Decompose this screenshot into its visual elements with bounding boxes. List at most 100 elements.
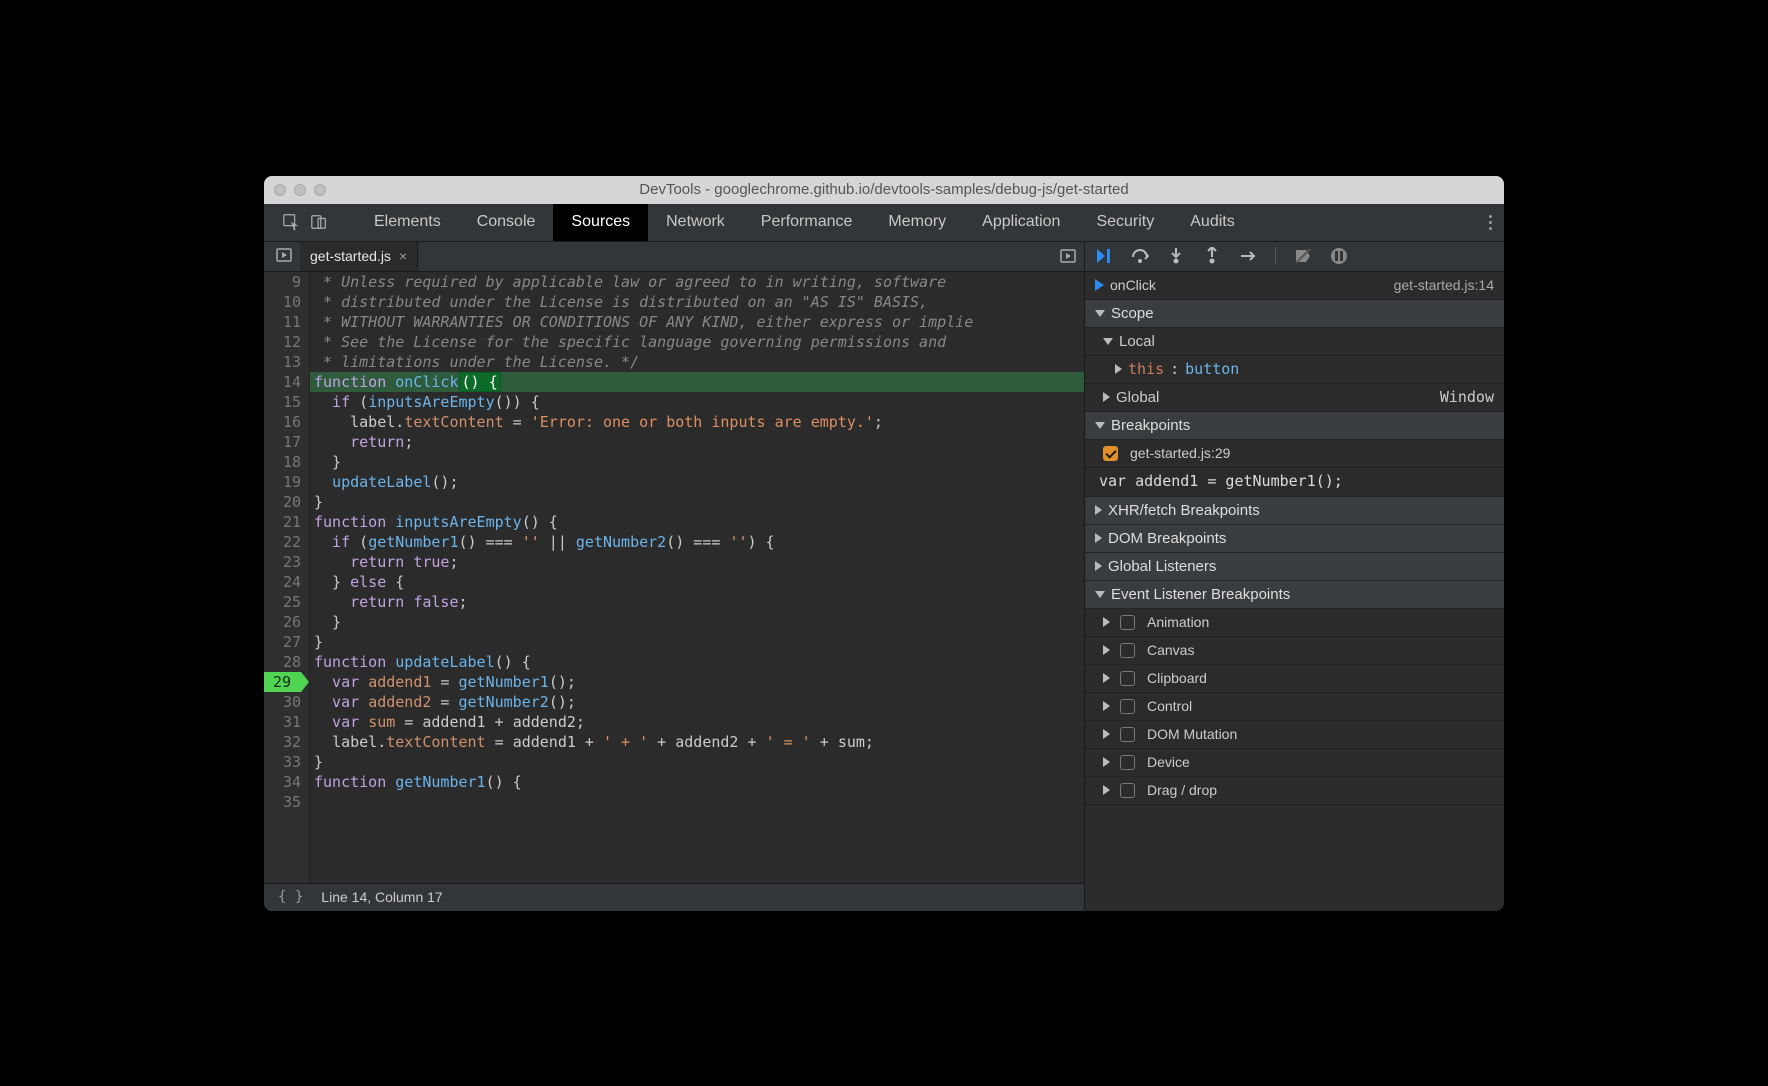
- line-number[interactable]: 32: [264, 732, 301, 752]
- line-number[interactable]: 9: [264, 272, 301, 292]
- checkbox-icon[interactable]: [1120, 615, 1135, 630]
- panel-tab-sources[interactable]: Sources: [553, 204, 648, 241]
- line-number[interactable]: 24: [264, 572, 301, 592]
- line-number[interactable]: 18: [264, 452, 301, 472]
- line-number[interactable]: 14: [264, 372, 301, 392]
- code-line[interactable]: [310, 792, 1084, 812]
- checkbox-icon[interactable]: [1120, 699, 1135, 714]
- panel-tab-memory[interactable]: Memory: [870, 204, 964, 241]
- more-menu[interactable]: [1489, 204, 1492, 241]
- panel-tab-performance[interactable]: Performance: [743, 204, 871, 241]
- code-line[interactable]: }: [310, 452, 1084, 472]
- panel-tab-network[interactable]: Network: [648, 204, 743, 241]
- code-line[interactable]: label.textContent = addend1 + ' + ' + ad…: [310, 732, 1084, 752]
- panel-tab-console[interactable]: Console: [459, 204, 554, 241]
- line-number[interactable]: 29: [264, 672, 301, 692]
- minimize-icon[interactable]: [294, 184, 306, 196]
- xhr-breakpoints-header[interactable]: XHR/fetch Breakpoints: [1085, 497, 1504, 525]
- event-category[interactable]: Drag / drop: [1085, 777, 1504, 805]
- callstack-frame[interactable]: onClick get-started.js:14: [1085, 272, 1504, 300]
- close-tab-icon[interactable]: ×: [399, 248, 407, 264]
- line-number[interactable]: 25: [264, 592, 301, 612]
- line-number[interactable]: 21: [264, 512, 301, 532]
- code-line[interactable]: function onClick() {: [310, 372, 1084, 392]
- event-breakpoints-header[interactable]: Event Listener Breakpoints: [1085, 581, 1504, 609]
- code-line[interactable]: if (inputsAreEmpty()) {: [310, 392, 1084, 412]
- code-line[interactable]: return;: [310, 432, 1084, 452]
- code-line[interactable]: updateLabel();: [310, 472, 1084, 492]
- code-line[interactable]: if (getNumber1() === '' || getNumber2() …: [310, 532, 1084, 552]
- line-number[interactable]: 10: [264, 292, 301, 312]
- code-line[interactable]: function updateLabel() {: [310, 652, 1084, 672]
- checkbox-icon[interactable]: [1120, 755, 1135, 770]
- code-line[interactable]: var addend1 = getNumber1();: [310, 672, 1084, 692]
- dom-breakpoints-header[interactable]: DOM Breakpoints: [1085, 525, 1504, 553]
- panel-tab-audits[interactable]: Audits: [1172, 204, 1252, 241]
- code-line[interactable]: function getNumber1() {: [310, 772, 1084, 792]
- deactivate-breakpoints-button[interactable]: [1294, 247, 1312, 265]
- line-number[interactable]: 11: [264, 312, 301, 332]
- line-number[interactable]: 31: [264, 712, 301, 732]
- line-number[interactable]: 22: [264, 532, 301, 552]
- event-category[interactable]: Clipboard: [1085, 665, 1504, 693]
- checkbox-icon[interactable]: [1120, 727, 1135, 742]
- code-line[interactable]: * limitations under the License. */: [310, 352, 1084, 372]
- show-debugger-icon[interactable]: [1060, 242, 1076, 271]
- line-number[interactable]: 19: [264, 472, 301, 492]
- code-line[interactable]: }: [310, 632, 1084, 652]
- breakpoint-item[interactable]: get-started.js:29: [1085, 440, 1504, 468]
- code-line[interactable]: label.textContent = 'Error: one or both …: [310, 412, 1084, 432]
- scope-global[interactable]: Global Window: [1085, 384, 1504, 412]
- event-category[interactable]: DOM Mutation: [1085, 721, 1504, 749]
- global-listeners-header[interactable]: Global Listeners: [1085, 553, 1504, 581]
- file-tab[interactable]: get-started.js ×: [300, 242, 418, 271]
- breakpoints-header[interactable]: Breakpoints: [1085, 412, 1504, 440]
- checkbox-icon[interactable]: [1120, 783, 1135, 798]
- show-navigator-icon[interactable]: [272, 247, 300, 266]
- code-line[interactable]: }: [310, 752, 1084, 772]
- inspect-icon[interactable]: [282, 213, 300, 231]
- code-editor[interactable]: 9101112131415161718192021222324252627282…: [264, 272, 1084, 883]
- event-category[interactable]: Canvas: [1085, 637, 1504, 665]
- code-line[interactable]: var sum = addend1 + addend2;: [310, 712, 1084, 732]
- line-number[interactable]: 16: [264, 412, 301, 432]
- scope-local[interactable]: Local: [1085, 328, 1504, 356]
- line-number[interactable]: 35: [264, 792, 301, 812]
- code-lines[interactable]: * Unless required by applicable law or a…: [310, 272, 1084, 883]
- line-number[interactable]: 28: [264, 652, 301, 672]
- resume-button[interactable]: [1095, 247, 1113, 265]
- line-number[interactable]: 23: [264, 552, 301, 572]
- checkbox-icon[interactable]: [1120, 643, 1135, 658]
- scope-this[interactable]: this: button: [1085, 356, 1504, 384]
- code-line[interactable]: function inputsAreEmpty() {: [310, 512, 1084, 532]
- code-line[interactable]: }: [310, 492, 1084, 512]
- code-line[interactable]: * See the License for the specific langu…: [310, 332, 1084, 352]
- code-line[interactable]: * WITHOUT WARRANTIES OR CONDITIONS OF AN…: [310, 312, 1084, 332]
- window-controls[interactable]: [274, 184, 326, 196]
- step-out-button[interactable]: [1203, 247, 1221, 265]
- close-icon[interactable]: [274, 184, 286, 196]
- line-number[interactable]: 27: [264, 632, 301, 652]
- code-line[interactable]: return false;: [310, 592, 1084, 612]
- code-line[interactable]: } else {: [310, 572, 1084, 592]
- checkbox-checked-icon[interactable]: [1103, 446, 1118, 461]
- device-toggle-icon[interactable]: [310, 213, 328, 231]
- event-category[interactable]: Control: [1085, 693, 1504, 721]
- line-number[interactable]: 17: [264, 432, 301, 452]
- line-number[interactable]: 33: [264, 752, 301, 772]
- code-line[interactable]: * Unless required by applicable law or a…: [310, 272, 1084, 292]
- panel-tab-security[interactable]: Security: [1078, 204, 1172, 241]
- pretty-print-icon[interactable]: { }: [278, 889, 303, 905]
- line-number[interactable]: 30: [264, 692, 301, 712]
- line-number[interactable]: 13: [264, 352, 301, 372]
- line-number[interactable]: 26: [264, 612, 301, 632]
- code-line[interactable]: }: [310, 612, 1084, 632]
- event-category[interactable]: Animation: [1085, 609, 1504, 637]
- step-into-button[interactable]: [1167, 247, 1185, 265]
- line-number[interactable]: 34: [264, 772, 301, 792]
- code-line[interactable]: return true;: [310, 552, 1084, 572]
- gutter[interactable]: 9101112131415161718192021222324252627282…: [264, 272, 310, 883]
- step-over-button[interactable]: [1131, 247, 1149, 265]
- pause-exceptions-button[interactable]: [1330, 247, 1348, 265]
- panel-tab-elements[interactable]: Elements: [356, 204, 459, 241]
